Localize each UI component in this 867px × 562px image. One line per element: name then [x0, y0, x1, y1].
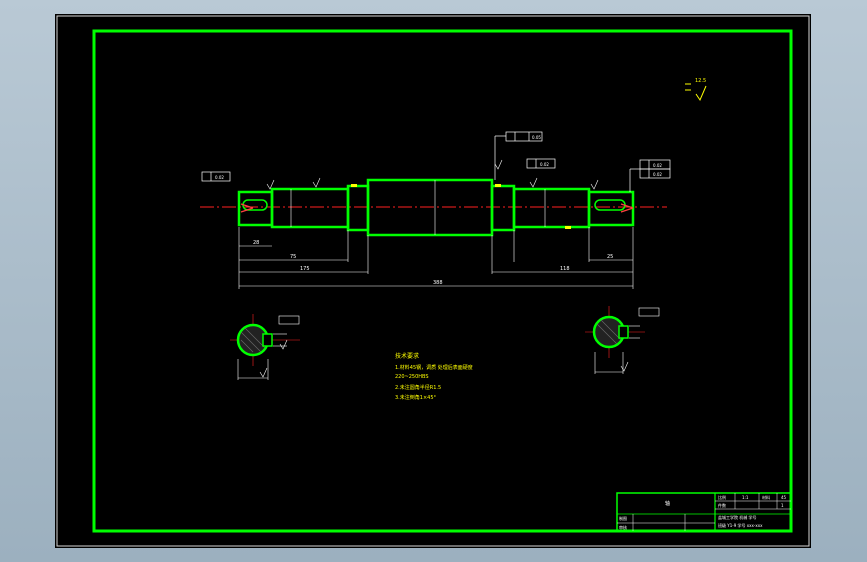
cad-viewport: 12.5 388 175 75 28 118 25 0.05 0.02 0.02…	[0, 0, 867, 562]
tb-cell-material-label: 材料	[762, 494, 770, 500]
right-shoulder-seg	[512, 187, 591, 229]
section-view-left	[230, 314, 300, 380]
gdt-top-value: 0.05	[532, 135, 541, 140]
tb-label-draw: 制图	[619, 515, 627, 521]
general-roughness-symbol	[685, 83, 707, 102]
right-keyway	[594, 199, 626, 211]
right-step	[490, 184, 516, 232]
left-seg-dim: 75	[290, 254, 296, 260]
tech-req-line-2: 220~250HBS	[395, 374, 429, 380]
left-small-dim: 28	[253, 240, 259, 246]
tb-cell-scale-value: 1:1	[742, 495, 749, 500]
gdt-right-value-1: 0.02	[653, 163, 662, 168]
tb-cell-qty-value: 1	[781, 503, 784, 508]
total-length-dim: 388	[433, 280, 443, 286]
left-step	[346, 184, 370, 232]
tb-cell-scale-label: 比例	[718, 494, 726, 500]
tech-req-line-4: 3.未注倒角1×45°	[395, 394, 437, 401]
section-view-right	[585, 306, 660, 374]
tb-label-check: 审核	[619, 524, 627, 530]
left-total-dim: 175	[300, 266, 310, 272]
tb-cell-material-value: 45	[781, 495, 787, 500]
left-shoulder-seg	[270, 187, 350, 229]
right-total-dim: 118	[560, 266, 570, 272]
gdt-right-value-2: 0.02	[653, 172, 662, 177]
tech-req-line-1: 1.材料45钢，调质 处理后表面硬度	[395, 364, 473, 371]
gdt-left-value: 0.02	[215, 175, 224, 180]
left-keyway	[242, 199, 268, 211]
part-name: 轴	[665, 500, 670, 507]
tb-cell-qty-label: 件数	[718, 502, 726, 508]
tb-school-line: 盐城工学院 机械 学号	[718, 514, 757, 520]
right-small-dim: 25	[607, 254, 613, 260]
gdt-frames	[201, 131, 671, 192]
tech-req-heading: 技术要求	[395, 352, 419, 360]
gdt-mid-value: 0.02	[540, 162, 549, 167]
tb-class-line: 班级 Y1-9 学号 xxx-xxx	[718, 522, 763, 528]
rough-value-label: 12.5	[695, 78, 706, 84]
shaft-drawing: 12.5 388 175 75 28 118 25 0.05 0.02 0.02…	[56, 15, 810, 547]
tech-req-line-3: 2.未注圆角半径R1.5	[395, 384, 441, 391]
drawing-sheet: 12.5 388 175 75 28 118 25 0.05 0.02 0.02…	[55, 14, 811, 548]
